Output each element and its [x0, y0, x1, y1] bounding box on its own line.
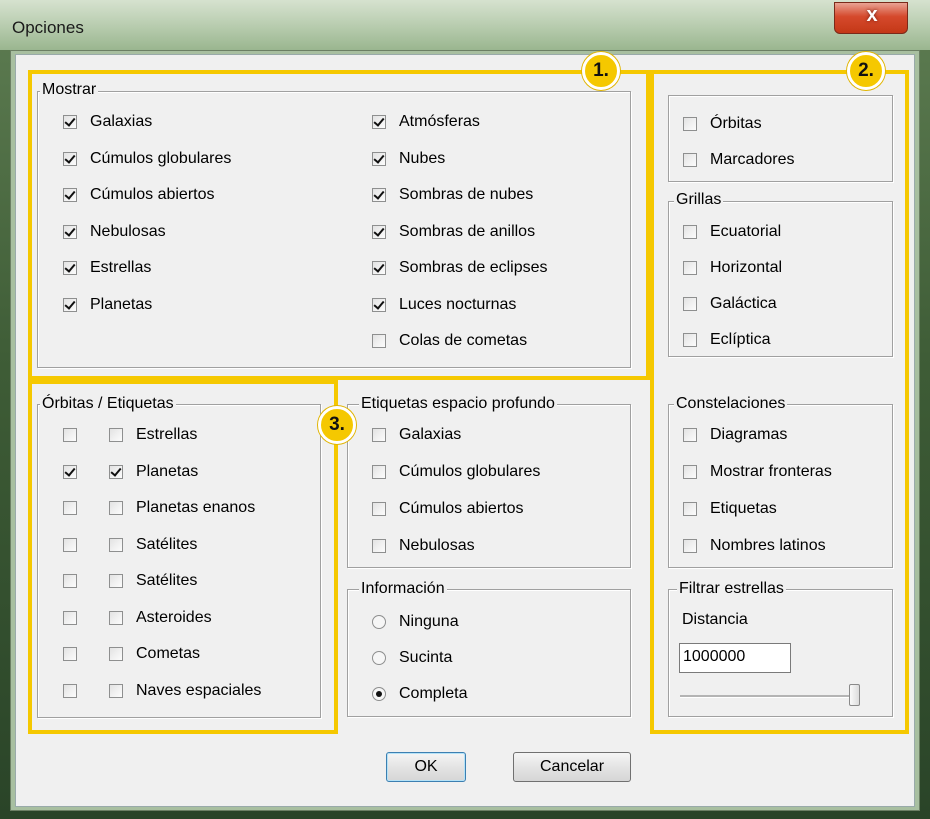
checkbox[interactable] [372, 502, 386, 516]
checkbox[interactable] [372, 428, 386, 442]
option-label: Ninguna [399, 613, 459, 630]
annotation-badge-1: 1. [582, 52, 620, 90]
etiquetas-option[interactable]: Cúmulos abiertos [372, 499, 524, 519]
annotation-badge-2: 2. [847, 52, 885, 90]
annotation-box-2 [650, 70, 909, 734]
etiquetas-option[interactable]: Cúmulos globulares [372, 462, 540, 482]
group-informacion-title: Información [359, 580, 447, 598]
etiquetas-option[interactable]: Nebulosas [372, 536, 475, 556]
informacion-radio[interactable]: Ninguna [372, 612, 459, 632]
checkbox[interactable] [372, 465, 386, 479]
annotation-box-1 [28, 70, 650, 380]
checkbox[interactable] [372, 539, 386, 553]
option-label: Nebulosas [399, 537, 475, 554]
close-button[interactable]: x [834, 2, 908, 34]
option-label: Sucinta [399, 649, 453, 666]
annotation-box-3-connector [334, 376, 654, 384]
annotation-box-3 [28, 380, 338, 734]
close-icon: x [866, 4, 878, 26]
informacion-radio[interactable]: Completa [372, 684, 467, 704]
etiquetas-option[interactable]: Galaxias [372, 425, 461, 445]
group-etiquetas-espacio-title: Etiquetas espacio profundo [359, 395, 557, 413]
ok-button[interactable]: OK [386, 752, 466, 782]
annotation-badge-3: 3. [318, 406, 356, 444]
options-dialog: Opciones x Mostrar Galaxias Cúmulos globu… [0, 0, 930, 819]
radio-button[interactable] [372, 651, 386, 665]
window-title: Opciones [12, 18, 84, 37]
radio-button[interactable] [372, 615, 386, 629]
cancel-button[interactable]: Cancelar [513, 752, 631, 782]
radio-button[interactable] [372, 687, 386, 701]
option-label: Galaxias [399, 426, 462, 443]
option-label: Cúmulos abiertos [399, 500, 524, 517]
informacion-radio[interactable]: Sucinta [372, 648, 452, 668]
title-bar[interactable]: Opciones x [0, 0, 930, 50]
option-label: Completa [399, 685, 468, 702]
option-label: Cúmulos globulares [399, 463, 541, 480]
